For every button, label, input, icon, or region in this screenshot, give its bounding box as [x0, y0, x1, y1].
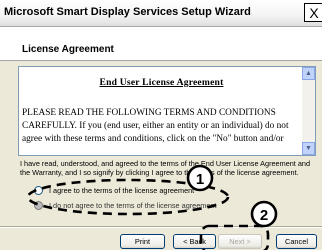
license-text: End User License Agreement PLEASE READ T…	[22, 69, 301, 146]
header-panel: License Agreement	[0, 27, 322, 61]
title-bar: Microsoft Smart Display Services Setup W…	[0, 0, 322, 27]
next-button[interactable]: Next >	[218, 234, 262, 249]
scroll-down-button[interactable]: ▼	[302, 142, 315, 155]
vertical-scrollbar[interactable]: ▲ ▼	[302, 67, 315, 155]
close-icon: X	[309, 4, 319, 21]
content-area: End User License Agreement PLEASE READ T…	[0, 61, 322, 250]
radio-agree-label: I agree to the terms of the license agre…	[49, 186, 195, 195]
print-button[interactable]: Print	[120, 234, 165, 249]
arrow-up-icon: ▲	[305, 70, 312, 77]
divider	[0, 226, 322, 228]
setup-wizard-window: Microsoft Smart Display Services Setup W…	[0, 0, 322, 250]
license-body: PLEASE READ THE FOLLOWING TERMS AND COND…	[22, 108, 289, 144]
close-button[interactable]: X	[304, 3, 322, 22]
radio-button[interactable]	[34, 201, 43, 210]
cancel-button[interactable]: Cancel	[276, 234, 317, 249]
arrow-down-icon: ▼	[305, 145, 312, 152]
radio-button[interactable]	[34, 186, 43, 195]
page-title: License Agreement	[22, 44, 114, 55]
radio-disagree-label: I do not agree to the terms of the licen…	[49, 201, 217, 210]
radio-disagree[interactable]: I do not agree to the terms of the licen…	[34, 200, 217, 211]
scroll-up-button[interactable]: ▲	[302, 67, 315, 80]
back-button[interactable]: < Back	[173, 234, 216, 249]
license-text-box[interactable]: End User License Agreement PLEASE READ T…	[18, 66, 316, 156]
agreement-text: I have read, understood, and agreed to t…	[20, 159, 311, 177]
license-heading: End User License Agreement	[99, 77, 224, 88]
radio-agree[interactable]: I agree to the terms of the license agre…	[34, 185, 194, 196]
window-title: Microsoft Smart Display Services Setup W…	[4, 6, 251, 18]
